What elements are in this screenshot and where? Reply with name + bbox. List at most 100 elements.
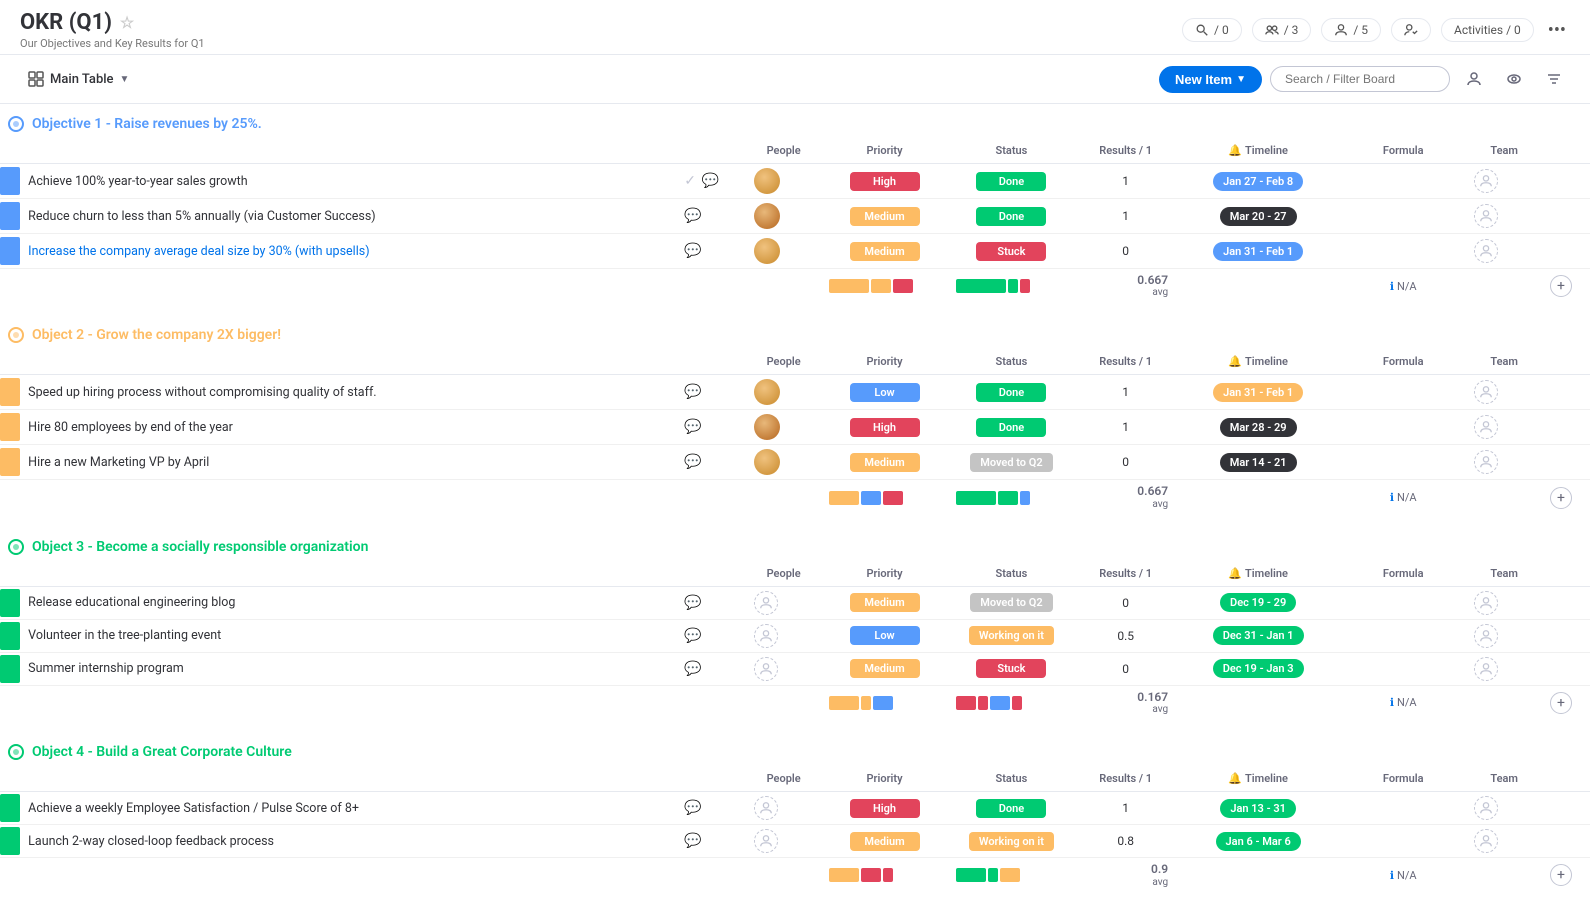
task-name[interactable]: Increase the company average deal size b… bbox=[20, 234, 676, 269]
main-table-button[interactable]: Main Table ▼ bbox=[20, 67, 137, 91]
timeline-badge[interactable]: Mar 28 - 29 bbox=[1220, 418, 1297, 437]
comment-icon[interactable]: 💬 bbox=[684, 384, 701, 400]
group-header-obj3[interactable]: Object 3 - Become a socially responsible… bbox=[0, 527, 1590, 561]
summary-status-bar bbox=[1020, 491, 1030, 505]
timeline-badge[interactable]: Dec 19 - 29 bbox=[1220, 593, 1296, 612]
new-item-button[interactable]: New Item ▼ bbox=[1159, 66, 1262, 93]
search-pill[interactable]: / 0 bbox=[1182, 18, 1242, 42]
team-cell bbox=[1466, 825, 1542, 858]
priority-badge[interactable]: Medium bbox=[850, 453, 920, 472]
comment-icon[interactable]: 💬 bbox=[684, 800, 701, 816]
task-name: Summer internship program bbox=[20, 652, 676, 685]
col-icons bbox=[676, 349, 746, 375]
comment-icon[interactable]: 💬 bbox=[684, 208, 701, 224]
group-header-obj4[interactable]: Object 4 - Build a Great Corporate Cultu… bbox=[0, 732, 1590, 766]
main-table-container: Objective 1 - Raise revenues by 25%. Peo… bbox=[0, 104, 1590, 893]
status-badge[interactable]: Moved to Q2 bbox=[970, 593, 1052, 612]
timeline-badge[interactable]: Jan 6 - Mar 6 bbox=[1216, 832, 1301, 851]
group-header-content[interactable]: Object 3 - Become a socially responsible… bbox=[0, 539, 1590, 555]
add-button[interactable]: + bbox=[1550, 864, 1572, 886]
priority-badge[interactable]: Medium bbox=[850, 242, 920, 261]
persons-pill[interactable]: / 5 bbox=[1321, 18, 1381, 42]
person-check-pill[interactable] bbox=[1391, 18, 1431, 42]
summary-priority-cell bbox=[821, 269, 947, 304]
col-headers-obj1: People Priority Status Results / 1 🔔Time… bbox=[0, 138, 1590, 164]
summary-team-cell bbox=[1466, 480, 1542, 515]
priority-badge[interactable]: Low bbox=[850, 626, 920, 645]
timeline-badge[interactable]: Mar 14 - 21 bbox=[1220, 453, 1297, 472]
group-header-content[interactable]: Object 2 - Grow the company 2X bigger! bbox=[0, 327, 1590, 343]
group-header-content[interactable]: Objective 1 - Raise revenues by 25%. bbox=[0, 116, 1590, 132]
group-header-obj1[interactable]: Objective 1 - Raise revenues by 25%. bbox=[0, 104, 1590, 138]
add-col-cell bbox=[1542, 164, 1590, 199]
timeline-badge[interactable]: Jan 31 - Feb 1 bbox=[1213, 242, 1303, 261]
status-badge[interactable]: Done bbox=[976, 207, 1046, 226]
user-icon-button[interactable] bbox=[1458, 63, 1490, 95]
timeline-badge[interactable]: Jan 27 - Feb 8 bbox=[1213, 172, 1303, 191]
table-row: Launch 2-way closed-loop feedback proces… bbox=[0, 825, 1590, 858]
add-button[interactable]: + bbox=[1550, 692, 1572, 714]
search-input[interactable] bbox=[1270, 66, 1450, 92]
timeline-badge[interactable]: Mar 20 - 27 bbox=[1220, 207, 1297, 226]
timeline-cell: Jan 27 - Feb 8 bbox=[1176, 164, 1340, 199]
summary-priority-cell bbox=[821, 480, 947, 515]
status-badge[interactable]: Stuck bbox=[976, 659, 1046, 678]
add-col-cell bbox=[1542, 375, 1590, 410]
table-row: Hire a new Marketing VP by April 💬 Mediu… bbox=[0, 445, 1590, 480]
comment-icon[interactable]: 💬 bbox=[684, 419, 701, 435]
comment-icon[interactable]: 💬 bbox=[702, 173, 719, 189]
formula-na-label: N/A bbox=[1397, 280, 1417, 293]
left-bar-indicator bbox=[0, 589, 20, 617]
group-pill[interactable]: / 3 bbox=[1252, 18, 1312, 42]
priority-badge[interactable]: High bbox=[850, 418, 920, 437]
status-badge[interactable]: Done bbox=[976, 799, 1046, 818]
people-cell bbox=[746, 792, 822, 825]
filter-icon-button[interactable] bbox=[1538, 63, 1570, 95]
timeline-badge[interactable]: Dec 31 - Jan 1 bbox=[1213, 626, 1304, 645]
timeline-badge[interactable]: Jan 31 - Feb 1 bbox=[1213, 383, 1303, 402]
comment-icon[interactable]: 💬 bbox=[684, 628, 701, 644]
status-badge[interactable]: Stuck bbox=[976, 242, 1046, 261]
priority-badge[interactable]: Low bbox=[850, 383, 920, 402]
status-badge[interactable]: Done bbox=[976, 418, 1046, 437]
app-title-row: OKR (Q1) ☆ bbox=[20, 10, 205, 35]
app-subtitle: Our Objectives and Key Results for Q1 bbox=[20, 37, 205, 50]
more-options-button[interactable]: ••• bbox=[1544, 16, 1570, 45]
check-icon[interactable]: ✓ bbox=[684, 173, 696, 189]
star-icon[interactable]: ☆ bbox=[120, 13, 134, 32]
add-button[interactable]: + bbox=[1550, 487, 1572, 509]
group-header-obj2[interactable]: Object 2 - Grow the company 2X bigger! bbox=[0, 315, 1590, 349]
add-button[interactable]: + bbox=[1550, 275, 1572, 297]
priority-badge[interactable]: Medium bbox=[850, 832, 920, 851]
status-badge[interactable]: Done bbox=[976, 172, 1046, 191]
comment-icon[interactable]: 💬 bbox=[684, 833, 701, 849]
activities-button[interactable]: Activities / 0 bbox=[1441, 18, 1534, 42]
task-name: Hire 80 employees by end of the year bbox=[20, 410, 676, 445]
status-badge[interactable]: Done bbox=[976, 383, 1046, 402]
priority-badge[interactable]: Medium bbox=[850, 207, 920, 226]
priority-badge[interactable]: Medium bbox=[850, 593, 920, 612]
status-badge[interactable]: Moved to Q2 bbox=[970, 453, 1052, 472]
group-header-content[interactable]: Object 4 - Build a Great Corporate Cultu… bbox=[0, 744, 1590, 760]
table-row: Achieve 100% year-to-year sales growth ✓… bbox=[0, 164, 1590, 199]
comment-icon[interactable]: 💬 bbox=[684, 243, 701, 259]
eye-icon-button[interactable] bbox=[1498, 63, 1530, 95]
col-timeline: 🔔Timeline bbox=[1176, 349, 1340, 375]
col-results: Results / 1 bbox=[1075, 766, 1176, 792]
priority-badge[interactable]: Medium bbox=[850, 659, 920, 678]
priority-badge[interactable]: High bbox=[850, 799, 920, 818]
col-people: People bbox=[746, 349, 822, 375]
priority-badge[interactable]: High bbox=[850, 172, 920, 191]
comment-icon[interactable]: 💬 bbox=[684, 454, 701, 470]
status-badge[interactable]: Working on it bbox=[969, 626, 1054, 645]
comment-icon[interactable]: 💬 bbox=[684, 661, 701, 677]
timeline-badge[interactable]: Jan 13 - 31 bbox=[1220, 799, 1296, 818]
status-badge[interactable]: Working on it bbox=[969, 832, 1054, 851]
comment-icon[interactable]: 💬 bbox=[684, 595, 701, 611]
summary-priority-bar bbox=[883, 491, 903, 505]
summary-status-bar bbox=[1020, 279, 1030, 293]
okr-table: Objective 1 - Raise revenues by 25%. Peo… bbox=[0, 104, 1590, 893]
people-cell bbox=[746, 199, 822, 234]
summary-priority-bar bbox=[829, 491, 859, 505]
timeline-badge[interactable]: Dec 19 - Jan 3 bbox=[1213, 659, 1304, 678]
